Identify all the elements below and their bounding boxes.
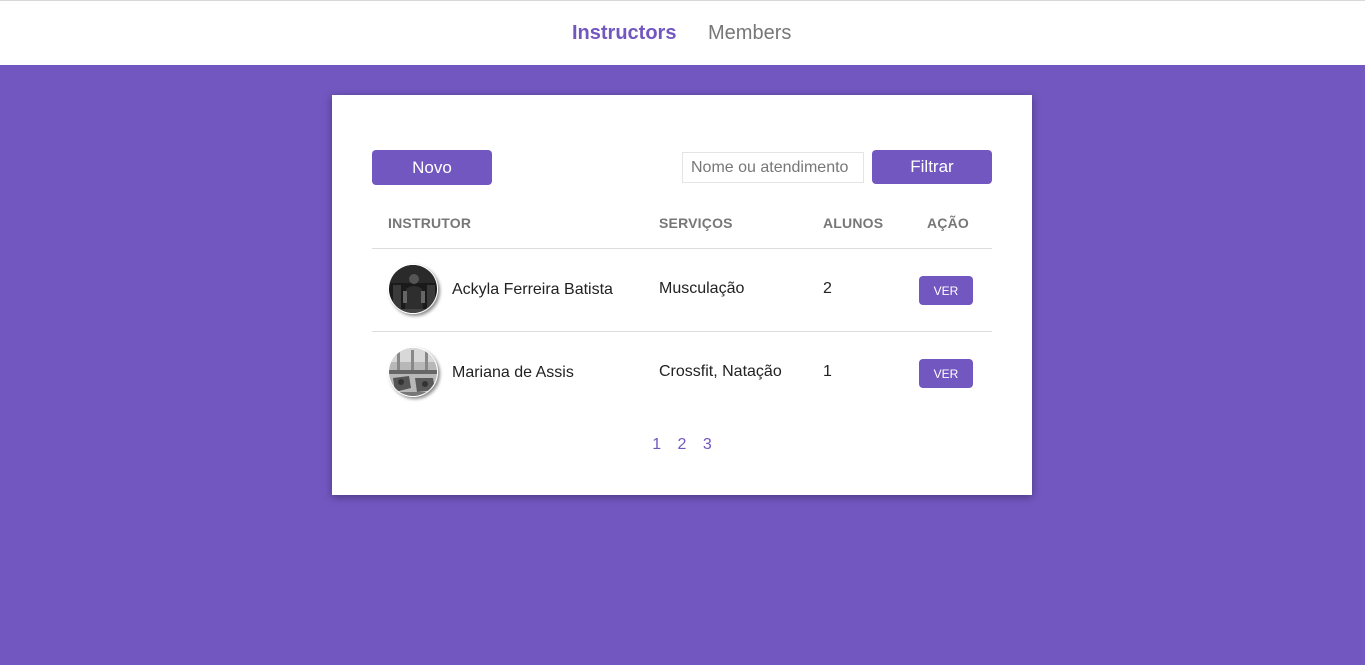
column-header-services: SERVIÇOS	[659, 215, 733, 231]
column-header-instructor: INSTRUTOR	[388, 215, 472, 231]
student-count: 1	[823, 363, 832, 380]
page-link-2[interactable]: 2	[678, 436, 687, 454]
instructor-name: Mariana de Assis	[452, 364, 574, 381]
instructors-card: Novo Filtrar INSTRUTOR SERVIÇOS ALUNOS A…	[332, 95, 1032, 495]
gym-photo-icon	[389, 348, 437, 396]
nav-link-members[interactable]: Members	[708, 21, 791, 45]
table-row: Mariana de Assis Crossfit, Natação 1 VER	[372, 331, 992, 414]
instructor-services: Crossfit, Natação	[659, 363, 782, 380]
instructor-services: Musculação	[659, 280, 745, 297]
table-row: Ackyla Ferreira Batista Musculação 2 VER	[372, 248, 992, 331]
student-count: 2	[823, 280, 832, 297]
avatar	[388, 347, 438, 397]
instructor-name: Ackyla Ferreira Batista	[452, 281, 613, 298]
page-link-3[interactable]: 3	[703, 436, 712, 454]
pagination: 1 2 3	[332, 436, 1032, 454]
nav-link-instructors[interactable]: Instructors	[572, 21, 676, 45]
top-nav-bar: Instructors Members	[0, 0, 1365, 65]
column-header-action: AÇÃO	[927, 215, 970, 231]
instructor-photo-icon	[389, 265, 437, 313]
avatar	[388, 264, 438, 314]
view-button[interactable]: VER	[919, 359, 973, 388]
page-link-1[interactable]: 1	[652, 436, 661, 454]
search-input[interactable]	[682, 152, 864, 183]
view-button[interactable]: VER	[919, 276, 973, 305]
filter-button[interactable]: Filtrar	[872, 150, 992, 184]
column-header-students: ALUNOS	[823, 215, 884, 231]
new-instructor-button[interactable]: Novo	[372, 150, 492, 185]
